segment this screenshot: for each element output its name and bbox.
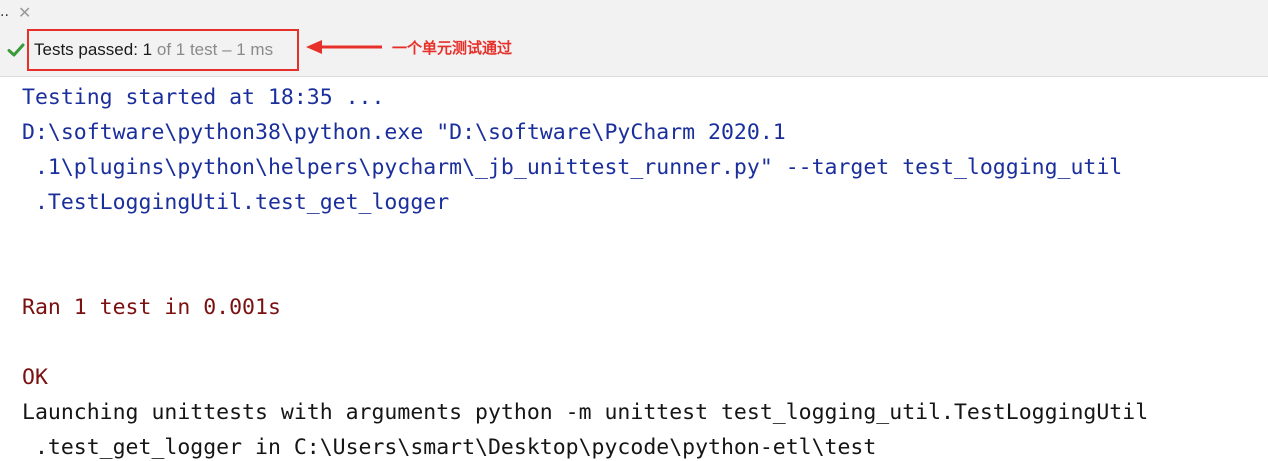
console-output[interactable]: Testing started at 18:35 ... D:\software… [0,77,1268,461]
console-line: .1\plugins\python\helpers\pycharm\_jb_un… [22,155,1123,180]
console-line: Ran 1 test in 0.001s [22,295,281,320]
status-label: Tests passed: [34,40,143,59]
tab-ellipsis[interactable]: .. [0,4,9,20]
status-passed-count: 1 [142,40,153,59]
annotation-arrow-icon [306,40,382,54]
tab-strip: .. ✕ [0,0,1268,30]
test-status-text: Tests passed: 1 of 1 test – 1 ms [34,40,273,60]
close-icon[interactable]: ✕ [18,3,31,22]
console-line: .TestLoggingUtil.test_get_logger [22,190,450,215]
console-line: D:\software\python38\python.exe "D:\soft… [22,120,786,145]
status-detail: of 1 test – 1 ms [152,40,274,59]
annotation-note: 一个单元测试通过 [392,39,513,57]
console-line: Testing started at 18:35 ... [22,85,385,110]
check-icon [7,43,25,57]
console-line: .test_get_logger in C:\Users\smart\Deskt… [22,435,877,460]
console-line: OK [22,365,48,390]
console-line: Launching unittests with arguments pytho… [22,400,1149,425]
